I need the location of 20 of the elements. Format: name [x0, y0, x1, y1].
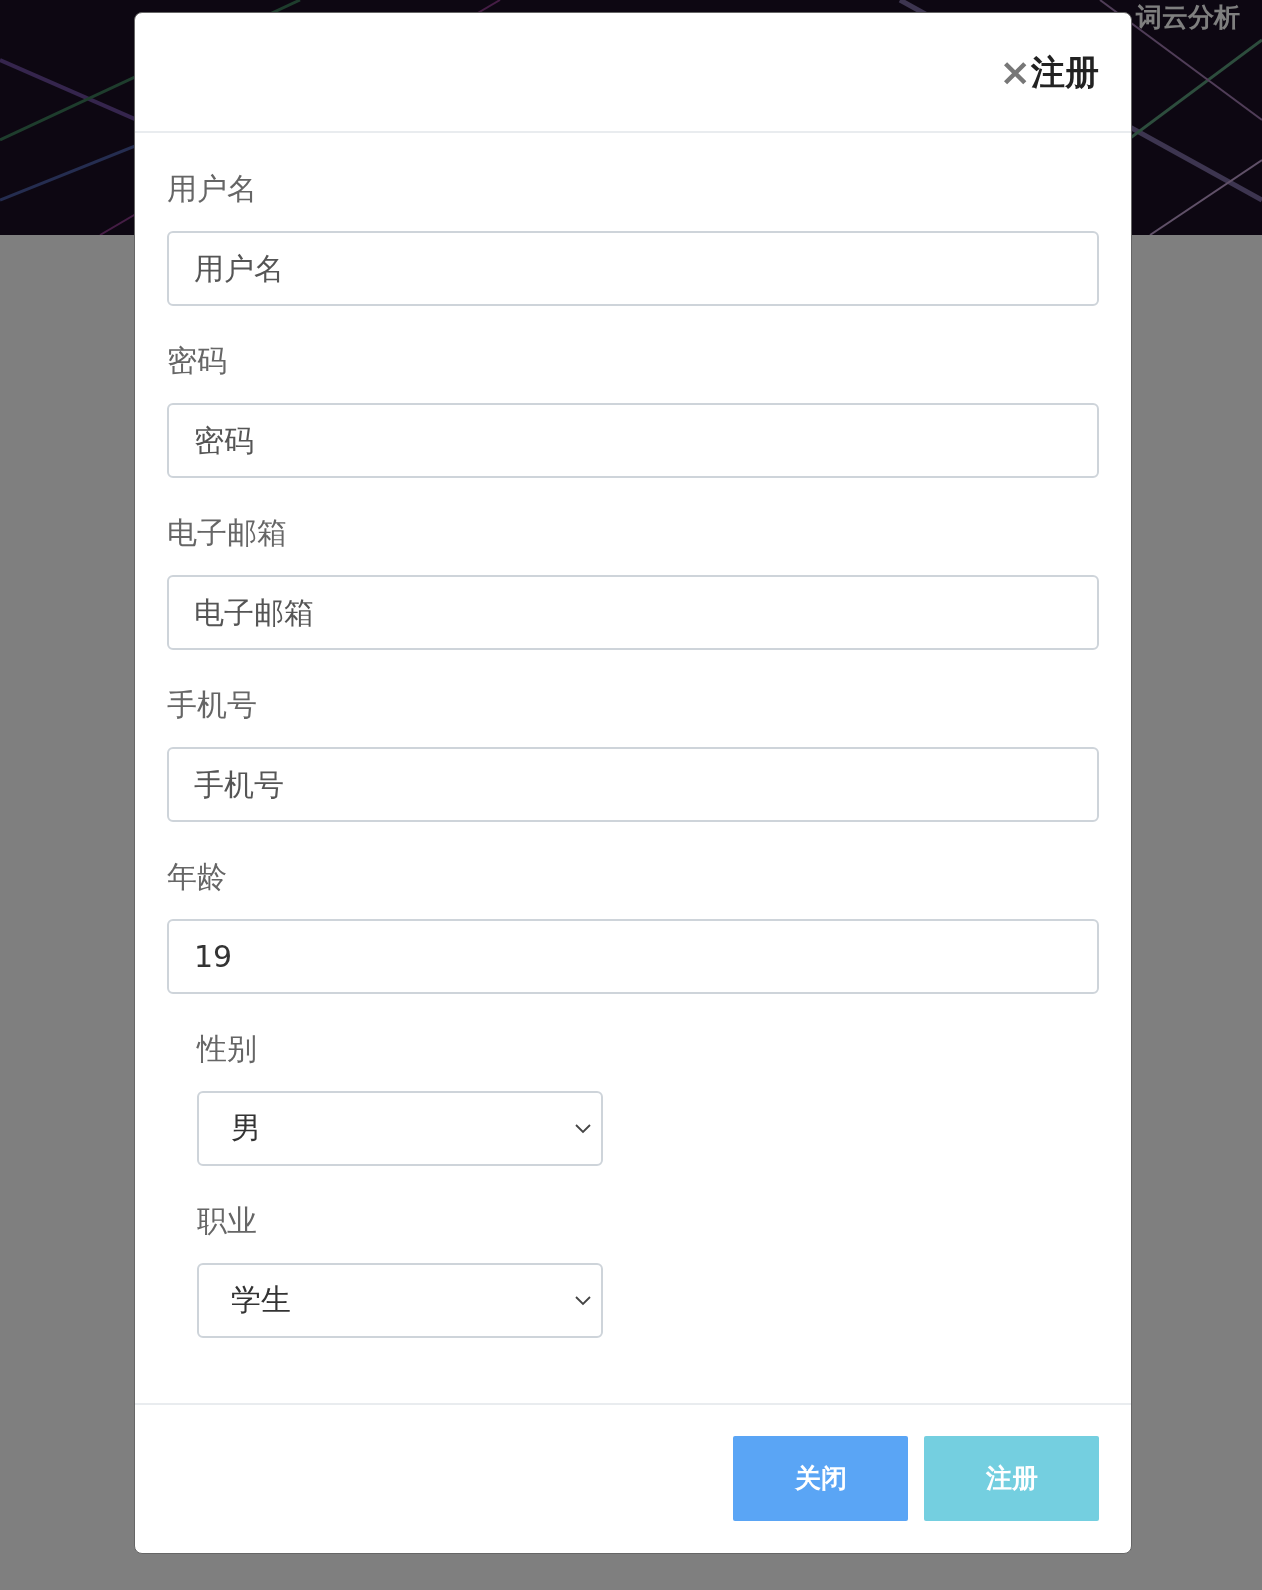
select-field[interactable]: 男 — [197, 1091, 603, 1166]
input-field[interactable]: 19 — [167, 919, 1099, 994]
input-field[interactable]: 用户名 — [167, 231, 1099, 306]
select-field[interactable]: 学生 — [197, 1263, 603, 1338]
chevron-down-icon — [575, 1295, 591, 1306]
close-button[interactable]: 关闭 — [733, 1436, 908, 1521]
field-label: 手机号 — [167, 686, 258, 724]
input-field[interactable]: 密码 — [167, 403, 1099, 478]
field-label: 年龄 — [167, 858, 228, 896]
field-label: 职业 — [197, 1202, 258, 1240]
nav-link[interactable]: 词云分析 — [1136, 0, 1240, 34]
close-button[interactable]: × — [999, 52, 1031, 92]
chevron-down-icon — [575, 1123, 591, 1134]
modal-title: 注册 — [1031, 52, 1099, 92]
input-field[interactable]: 电子邮箱 — [167, 575, 1099, 650]
field-label: 用户名 — [167, 170, 258, 208]
field-label: 电子邮箱 — [167, 514, 288, 552]
field-label: 性别 — [197, 1030, 258, 1068]
input-field[interactable]: 手机号 — [167, 747, 1099, 822]
field-label: 密码 — [167, 342, 228, 380]
